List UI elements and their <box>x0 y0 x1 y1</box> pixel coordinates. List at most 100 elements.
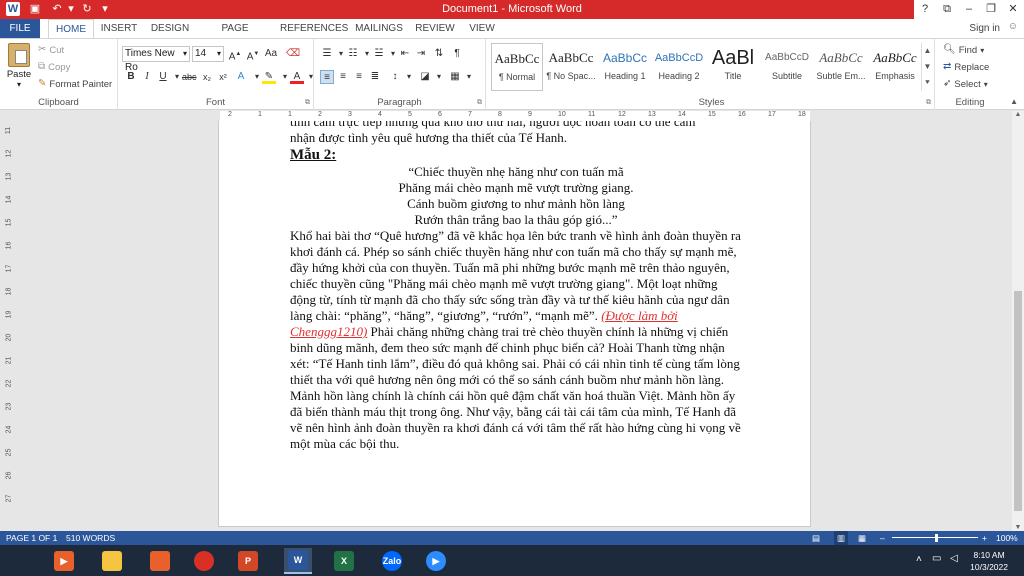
bullets-icon[interactable]: ☰ <box>320 47 334 61</box>
tab-home[interactable]: HOME <box>48 19 94 39</box>
style-no-spacing[interactable]: AaBbCc ¶ No Spac... <box>545 43 597 91</box>
web-layout-icon[interactable]: ▦ <box>858 531 866 545</box>
line-spacing-icon[interactable]: ↕ <box>388 70 402 84</box>
style-emphasis[interactable]: AaBbCc Emphasis <box>869 43 921 91</box>
select-button[interactable]: ➶ Select ▾ <box>943 77 988 91</box>
scroll-down-icon[interactable]: ▼ <box>1012 524 1024 531</box>
copy-button[interactable]: ⧉ Copy <box>38 60 70 74</box>
restore-button[interactable]: ❐ <box>980 0 1002 19</box>
style-title[interactable]: AaBl Title <box>707 43 759 91</box>
styles-dialog-launcher-icon[interactable]: ⧉ <box>926 99 931 107</box>
align-center-icon[interactable]: ≡ <box>336 70 350 84</box>
collapse-ribbon-icon[interactable]: ▲ <box>1010 97 1018 106</box>
strikethrough-icon[interactable]: abc <box>182 70 197 84</box>
zoom-level[interactable]: 100% <box>996 531 1018 545</box>
page-count[interactable]: PAGE 1 OF 1 <box>6 531 57 545</box>
numbering-icon[interactable]: ☷ <box>346 47 360 61</box>
font-name-select[interactable]: Times New Ro ▾ <box>122 46 190 73</box>
align-left-icon[interactable]: ≡ <box>320 70 334 84</box>
smiley-icon[interactable]: ☺ <box>1008 21 1018 32</box>
file-explorer-icon[interactable] <box>98 548 126 574</box>
highlight-icon[interactable]: ✎ <box>262 70 276 84</box>
document-body[interactable]: tình cảm trực tiếp nhưng qua khổ thơ thứ… <box>290 121 742 452</box>
chrome-icon[interactable] <box>190 548 218 574</box>
tab-insert[interactable]: INSERT <box>100 19 138 38</box>
paste-button[interactable]: Paste ▾ <box>6 43 32 89</box>
borders-dropdown-icon[interactable]: ▾ <box>462 70 476 84</box>
pilcrow-icon[interactable]: ¶ <box>450 47 464 61</box>
line-spacing-dropdown-icon[interactable]: ▾ <box>402 70 416 84</box>
tab-mailings[interactable]: MAILINGS <box>354 19 404 38</box>
superscript-icon[interactable]: x² <box>216 70 230 84</box>
excel-icon[interactable]: X <box>330 548 358 574</box>
align-right-icon[interactable]: ≡ <box>352 70 366 84</box>
shrink-font-icon[interactable]: A▼ <box>246 47 260 62</box>
sort-icon[interactable]: ⇅ <box>432 47 446 61</box>
vertical-scrollbar[interactable]: ▲ ▼ <box>1012 111 1024 531</box>
minimize-button[interactable]: – <box>958 0 980 19</box>
find-button[interactable]: 🔍︎ Find ▾ <box>943 43 984 57</box>
vertical-ruler[interactable]: 11 12 13 14 15 16 17 18 19 20 21 22 23 24 25 26 27 <box>3 121 15 531</box>
cortana-icon[interactable] <box>146 548 174 574</box>
tab-file[interactable]: FILE <box>0 19 40 38</box>
italic-icon[interactable]: I <box>140 70 154 84</box>
bold-icon[interactable]: B <box>124 70 138 84</box>
horizontal-ruler[interactable]: 2 1 1 2 3 4 5 6 7 8 9 10 11 12 13 14 15 16 17 18 <box>220 111 810 121</box>
zoom-icon[interactable]: ▶ <box>422 548 450 574</box>
style-normal[interactable]: AaBbCc ¶ Normal <box>491 43 543 91</box>
cut-button[interactable]: ✂ Cut <box>38 43 64 57</box>
styles-scroll[interactable]: ▲ ▼ ⯆ <box>921 43 933 91</box>
volume-icon[interactable]: ◁ <box>950 553 958 564</box>
tab-page-layout[interactable]: PAGE LAYOUT <box>202 19 268 53</box>
increase-indent-icon[interactable]: ⇥ <box>414 47 428 61</box>
paragraph-dialog-launcher-icon[interactable]: ⧉ <box>477 99 482 107</box>
decrease-indent-icon[interactable]: ⇤ <box>398 47 412 61</box>
print-layout-icon[interactable]: ▥ <box>834 531 849 545</box>
multilevel-list-icon[interactable]: ☱ <box>372 47 386 61</box>
zoom-in-icon[interactable]: + <box>982 531 987 545</box>
battery-icon[interactable]: ▭ <box>932 553 941 564</box>
clock[interactable]: 8:10 AM 10/3/2022 <box>970 549 1008 573</box>
shading-icon[interactable]: ◪ <box>418 70 432 84</box>
ribbon-display-button[interactable]: ⧉ <box>936 0 958 19</box>
scrollbar-thumb[interactable] <box>1014 291 1022 511</box>
zoom-out-icon[interactable]: – <box>880 531 885 545</box>
clear-formatting-icon[interactable]: ⌫ <box>286 47 300 61</box>
zoom-slider-thumb[interactable] <box>935 534 938 542</box>
style-subtitle[interactable]: AaBbCcD Subtitle <box>761 43 813 91</box>
tab-references[interactable]: REFERENCES <box>280 19 348 38</box>
help-button[interactable]: ? <box>914 0 936 19</box>
shading-dropdown-icon[interactable]: ▾ <box>432 70 446 84</box>
close-button[interactable]: ✕ <box>1002 0 1024 19</box>
sign-in-link[interactable]: Sign in <box>969 19 1000 38</box>
replace-button[interactable]: ⇄ Replace <box>943 60 989 74</box>
style-heading-1[interactable]: AaBbCc Heading 1 <box>599 43 651 91</box>
style-heading-2[interactable]: AaBbCcD Heading 2 <box>653 43 705 91</box>
document-page[interactable]: tình cảm trực tiếp nhưng qua khổ thơ thứ… <box>218 121 811 527</box>
font-color-icon[interactable]: A <box>290 70 304 84</box>
font-size-select[interactable]: 14 ▾ <box>192 46 224 62</box>
justify-icon[interactable]: ≣ <box>368 70 382 84</box>
tab-view[interactable]: VIEW <box>466 19 498 38</box>
format-painter-button[interactable]: ✎ Format Painter <box>38 77 112 91</box>
read-mode-icon[interactable]: ▤ <box>812 531 820 545</box>
word-count[interactable]: 510 WORDS <box>66 531 115 545</box>
word-icon[interactable]: W <box>284 548 312 574</box>
more-styles-icon[interactable]: ⯆ <box>922 75 933 91</box>
tab-design[interactable]: DESIGN <box>148 19 192 38</box>
tray-overflow-icon[interactable]: ˄ <box>916 554 922 565</box>
font-dialog-launcher-icon[interactable]: ⧉ <box>305 99 310 107</box>
scroll-down-icon[interactable]: ▼ <box>922 59 933 75</box>
underline-icon[interactable]: U <box>156 70 170 84</box>
scroll-up-icon[interactable]: ▲ <box>922 43 933 59</box>
powerpoint-icon[interactable]: P <box>234 548 262 574</box>
style-subtle-emphasis[interactable]: AaBbCc Subtle Em... <box>815 43 867 91</box>
media-player-icon[interactable]: ▶ <box>50 548 78 574</box>
tab-review[interactable]: REVIEW <box>414 19 456 38</box>
paste-dropdown-icon[interactable]: ▾ <box>6 80 32 89</box>
subscript-icon[interactable]: x₂ <box>200 70 214 84</box>
borders-icon[interactable]: ▦ <box>448 70 462 84</box>
scroll-up-icon[interactable]: ▲ <box>1012 111 1024 118</box>
zalo-icon[interactable]: Zalo <box>378 548 406 574</box>
text-effects-icon[interactable]: A <box>234 70 248 84</box>
